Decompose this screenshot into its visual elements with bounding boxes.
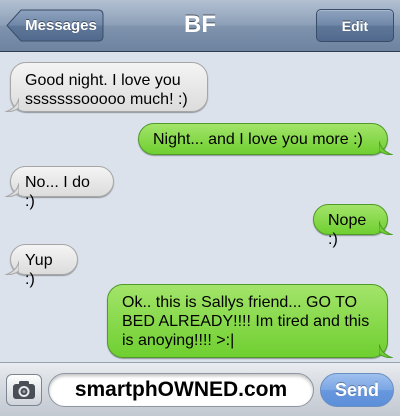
incoming-message: Good night. I love you sssssssooooo much… (5, 62, 208, 112)
back-button-label: Messages (25, 17, 97, 34)
bubble-tail (5, 261, 19, 275)
message-text: Night... and I love you more :) (153, 131, 363, 148)
bubble-tail (379, 141, 393, 155)
compose-bar: smartphOWNED.com Send (0, 362, 400, 416)
message-text: Yup :) (25, 252, 53, 288)
camera-icon (13, 381, 35, 399)
bubble-tail (379, 221, 393, 235)
message-text: Ok.. this is Sallys friend... GO TO BED … (122, 294, 370, 349)
message-text: Good night. I love you sssssssooooo much… (25, 72, 188, 108)
message-input[interactable]: smartphOWNED.com (48, 373, 314, 407)
edit-button[interactable]: Edit (316, 9, 394, 42)
outgoing-message: Night... and I love you more :) (138, 123, 393, 155)
navigation-bar: Messages BF Edit (0, 0, 400, 52)
outgoing-message: Nope :) (313, 204, 393, 248)
bubble-tail (5, 98, 19, 112)
outgoing-message: Ok.. this is Sallys friend... GO TO BED … (107, 284, 393, 358)
contact-title: BF (184, 11, 216, 38)
incoming-message: Yup :) (5, 244, 78, 288)
message-thread: Good night. I love you sssssssooooo much… (0, 52, 400, 362)
message-text: Nope :) (328, 212, 367, 248)
incoming-message: No... I do :) (5, 166, 114, 210)
bubble-tail (5, 183, 19, 197)
camera-button[interactable] (6, 374, 42, 406)
bubble-tail (379, 344, 393, 358)
message-text: No... I do :) (25, 174, 90, 210)
send-button[interactable]: Send (320, 373, 394, 407)
back-button[interactable]: Messages (6, 9, 104, 42)
